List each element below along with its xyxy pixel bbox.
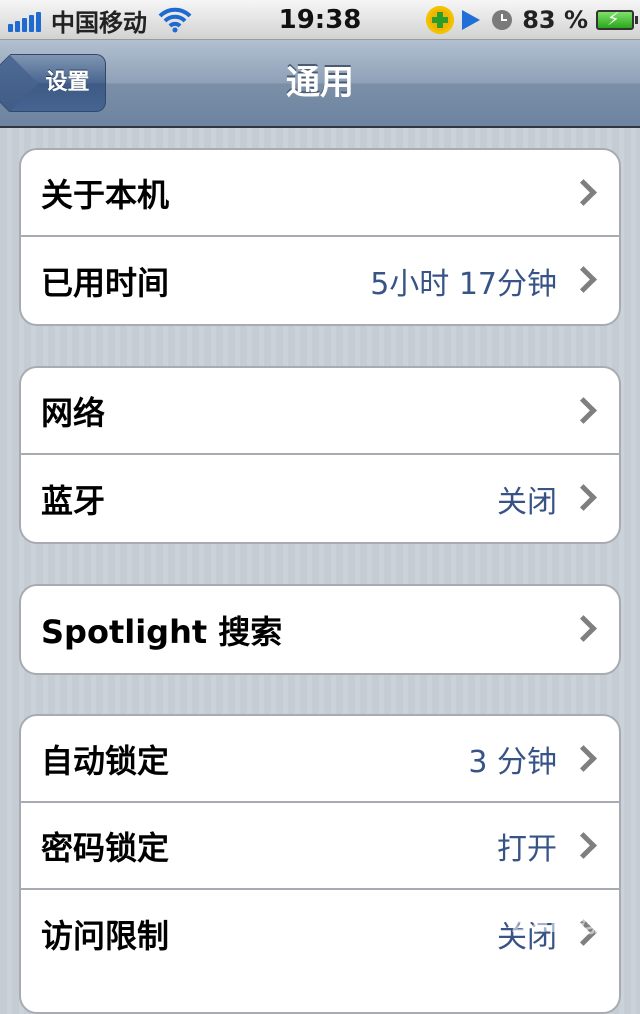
chevron-right-icon — [570, 745, 597, 772]
row-label: 自动锁定 — [41, 741, 170, 780]
status-bar: 中国移动 19:38 83 % ⚡ — [0, 0, 640, 40]
settings-group-spotlight: Spotlight 搜索 — [19, 584, 621, 675]
battery-charging-icon: ⚡ — [596, 10, 638, 30]
chevron-right-icon — [570, 397, 597, 424]
back-button[interactable]: 设置 — [10, 54, 106, 112]
row-auto-lock[interactable]: 自动锁定 3 分钟 — [21, 716, 619, 803]
page-title: 通用 — [286, 63, 354, 103]
battery-percent: 83 % — [522, 6, 588, 34]
row-restrictions[interactable]: 访问限制 关闭 — [21, 890, 619, 977]
row-passcode-lock[interactable]: 密码锁定 打开 — [21, 803, 619, 890]
alarm-icon — [492, 10, 513, 30]
row-label: Spotlight 搜索 — [41, 612, 283, 651]
row-label: 密码锁定 — [41, 828, 170, 867]
row-bluetooth[interactable]: 蓝牙 关闭 — [21, 455, 619, 542]
chevron-right-icon — [570, 615, 597, 642]
row-label: 蓝牙 — [41, 481, 106, 520]
chevron-right-icon — [570, 266, 597, 293]
back-button-label: 设置 — [45, 70, 90, 95]
status-right: 83 % ⚡ — [426, 0, 638, 40]
row-spotlight[interactable]: Spotlight 搜索 — [21, 586, 619, 673]
row-value: 3 分钟 — [468, 744, 557, 780]
wifi-icon — [157, 6, 193, 34]
chevron-right-icon — [570, 179, 597, 206]
chevron-right-icon — [570, 919, 597, 946]
settings-group-about: 关于本机 已用时间 5小时 17分钟 — [19, 148, 621, 326]
plus-app-icon — [426, 6, 455, 34]
settings-group-network: 网络 蓝牙 关闭 — [19, 366, 621, 544]
row-label: 关于本机 — [41, 175, 170, 214]
row-label: 访问限制 — [41, 916, 170, 955]
row-label: 已用时间 — [41, 263, 170, 302]
settings-group-lock: 自动锁定 3 分钟 密码锁定 打开 访问限制 关闭 — [19, 714, 621, 1014]
row-value: 关闭 — [497, 919, 557, 955]
row-usage[interactable]: 已用时间 5小时 17分钟 — [21, 237, 619, 324]
navigation-bar: 设置 通用 — [0, 40, 640, 128]
row-label: 网络 — [41, 393, 106, 432]
row-value: 5小时 17分钟 — [370, 266, 557, 302]
row-about[interactable]: 关于本机 — [21, 150, 619, 237]
row-network[interactable]: 网络 — [21, 368, 619, 455]
signal-icon — [8, 8, 43, 32]
chevron-right-icon — [570, 484, 597, 511]
chevron-right-icon — [570, 832, 597, 859]
row-value: 关闭 — [497, 484, 557, 520]
carrier-name: 中国移动 — [51, 8, 147, 37]
status-left: 中国移动 — [8, 0, 193, 40]
row-value: 打开 — [497, 831, 557, 867]
play-icon — [462, 10, 481, 30]
